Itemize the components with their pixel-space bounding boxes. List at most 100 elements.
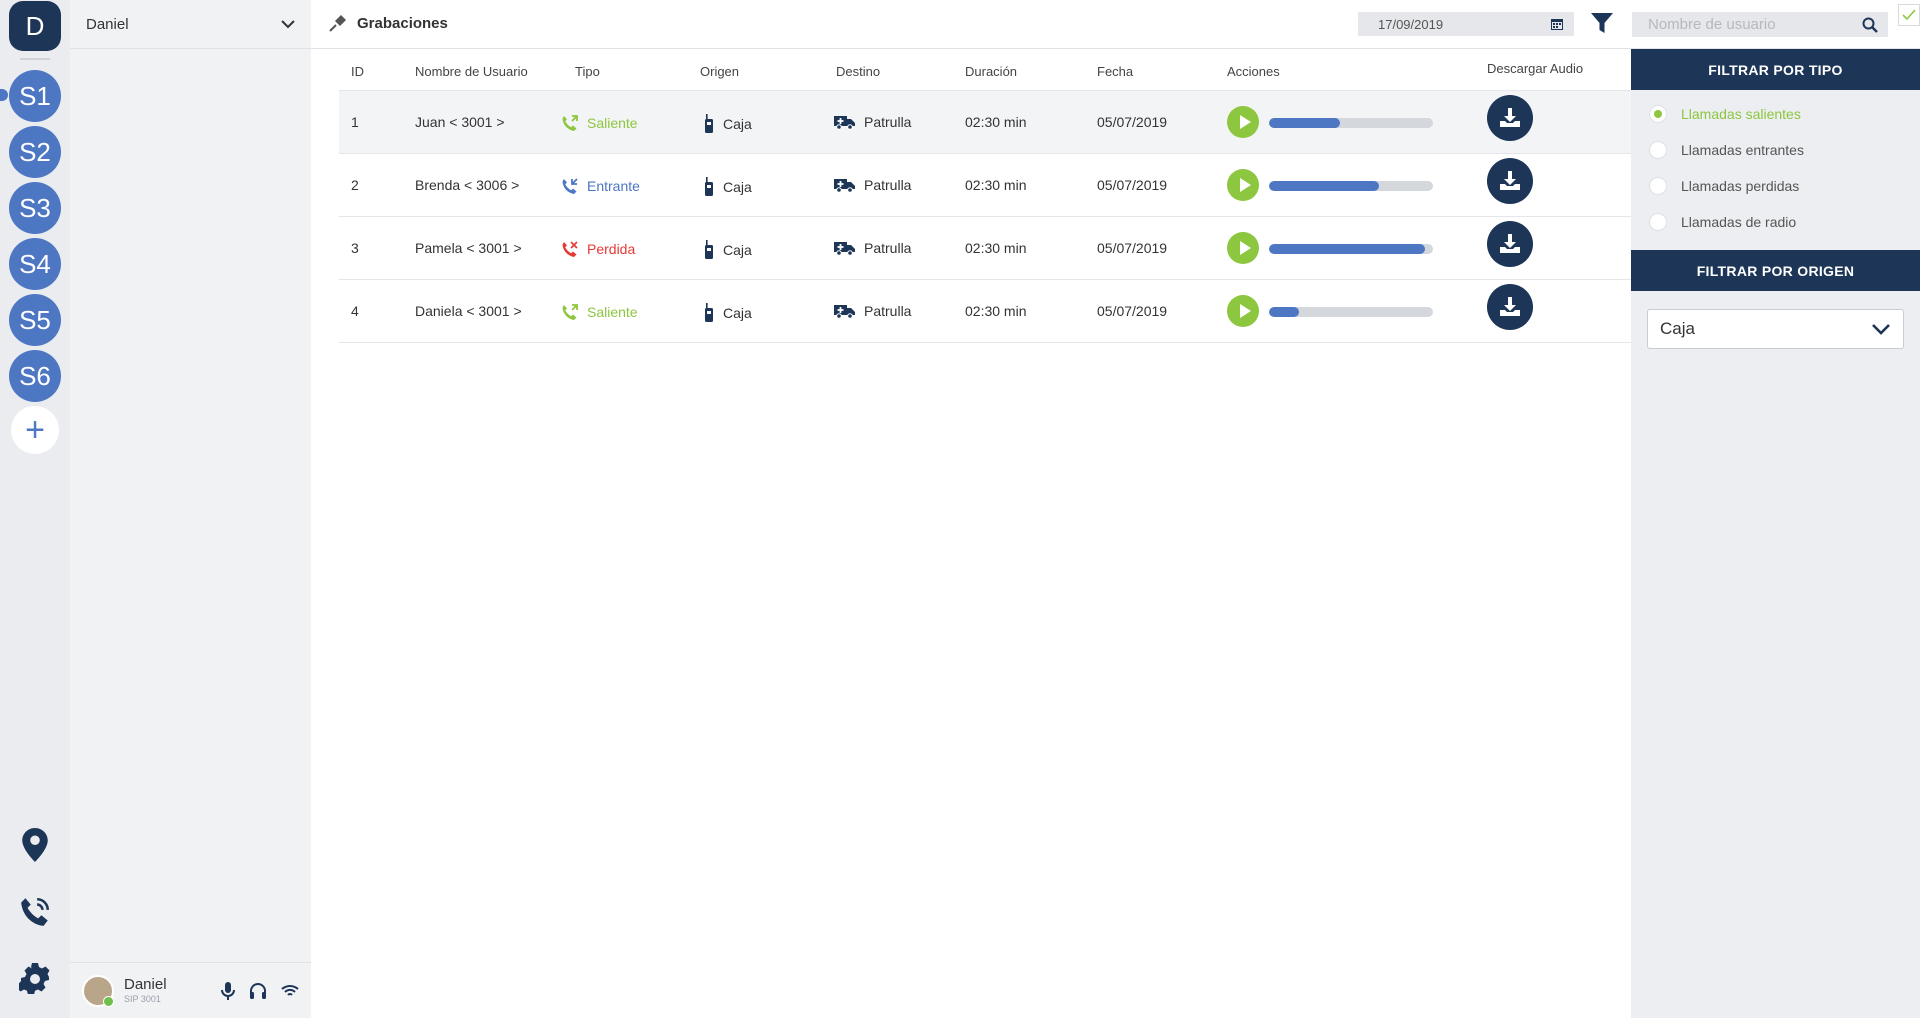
column-header-download: Descargar Audio [1487,61,1584,76]
profile-avatar[interactable]: D [9,1,61,51]
cell-type-label: Saliente [587,304,638,320]
server-s1-button[interactable]: S1 [9,70,61,122]
call-saliente-icon [561,303,579,321]
cell-duration: 02:30 min [965,240,1027,256]
ambulance-icon [834,114,856,130]
location-icon[interactable] [15,825,55,865]
add-server-button[interactable]: + [11,406,59,454]
table-row[interactable]: 1 Juan < 3001 > Saliente Caja Patrulla 02:30 … [339,91,1631,154]
audio-progress-fill [1269,118,1340,128]
server-s3-button[interactable]: S3 [9,182,61,234]
headphones-icon[interactable] [249,982,267,1000]
column-header-type: Tipo [575,64,600,79]
server-s6-button[interactable]: S6 [9,350,61,402]
microphone-icon[interactable] [221,981,235,1000]
audio-progress-bar[interactable] [1269,118,1433,128]
cell-destination: Patrulla [834,177,911,193]
play-button[interactable] [1227,169,1259,201]
filter-type-option[interactable]: Llamadas de radio [1631,204,1920,240]
server-s2-button[interactable]: S2 [9,126,61,178]
filter-type-label: Llamadas perdidas [1681,178,1800,194]
filter-type-option[interactable]: Llamadas perdidas [1631,168,1920,204]
user-sip: SIP 3001 [124,994,161,1004]
filter-type-title: FILTRAR POR TIPO [1631,49,1920,90]
play-button[interactable] [1227,295,1259,327]
cell-user: Brenda < 3006 > [415,177,520,193]
page-title: Grabaciones [329,14,448,32]
audio-progress-bar[interactable] [1269,181,1433,191]
download-icon [1499,296,1521,318]
date-picker[interactable]: 17/09/2019 [1358,12,1574,36]
cell-destination: Patrulla [834,114,911,130]
filter-type-label: Llamadas salientes [1681,106,1801,122]
page-title-text: Grabaciones [357,14,448,32]
radio-button[interactable] [1649,141,1667,159]
calendar-icon[interactable] [1550,17,1564,31]
audio-progress-fill [1269,307,1299,317]
active-server-indicator [0,89,8,101]
cell-destination: Patrulla [834,303,911,319]
select-checkbox[interactable] [1898,4,1920,26]
cell-destination-label: Patrulla [864,240,912,256]
search-icon[interactable] [1862,17,1878,33]
play-icon [1238,303,1252,319]
play-button[interactable] [1227,232,1259,264]
wifi-icon[interactable] [281,984,299,998]
recordings-table: ID Nombre de Usuario Tipo Origen Destino… [339,49,1631,343]
download-audio-button[interactable] [1487,158,1533,204]
table-row[interactable]: 4 Daniela < 3001 > Saliente Caja Patrulla 02:… [339,280,1631,343]
radio-device-icon [703,303,715,323]
call-entrante-icon [561,177,579,195]
audio-progress-fill [1269,181,1379,191]
radio-button[interactable] [1649,177,1667,195]
play-icon [1238,114,1252,130]
call-icon[interactable] [15,892,55,932]
audio-progress-bar[interactable] [1269,244,1433,254]
server-s5-button[interactable]: S5 [9,294,61,346]
table-row[interactable]: 2 Brenda < 3006 > Entrante Caja Patrulla 02:3… [339,154,1631,217]
user-panel: Daniel SIP 3001 [70,962,311,1018]
check-icon [1902,9,1916,21]
filter-panel: FILTRAR POR TIPO Llamadas salientes Llama… [1631,49,1920,1018]
ambulance-icon [834,240,856,256]
cell-date: 05/07/2019 [1097,240,1168,256]
cell-user: Daniela < 3001 > [415,303,522,319]
filter-type-option[interactable]: Llamadas entrantes [1631,132,1920,168]
origin-select-value: Caja [1660,319,1695,338]
download-audio-button[interactable] [1487,221,1533,267]
column-header-actions: Acciones [1227,64,1280,79]
radio-button[interactable] [1649,213,1667,231]
cell-destination-label: Patrulla [864,114,912,130]
cell-date: 05/07/2019 [1097,177,1168,193]
table-header: ID Nombre de Usuario Tipo Origen Destino… [339,49,1631,91]
cell-type-label: Entrante [587,178,640,194]
cell-type: Perdida [561,240,635,258]
search-input[interactable] [1648,16,1862,33]
table-row[interactable]: 3 Pamela < 3001 > Perdida Caja Patrulla 02:30… [339,217,1631,280]
cell-id: 2 [351,177,359,193]
radio-button[interactable] [1649,105,1667,123]
cell-user: Pamela < 3001 > [415,240,522,256]
download-audio-button[interactable] [1487,95,1533,141]
cell-origin-label: Caja [723,116,752,132]
avatar[interactable] [82,974,114,1007]
workspace-selector[interactable]: Daniel [70,0,311,49]
microphone-icon [329,15,346,32]
download-audio-button[interactable] [1487,284,1533,330]
play-button[interactable] [1227,106,1259,138]
top-bar: Grabaciones 17/09/2019 [311,0,1920,49]
cell-origin: Caja [703,177,752,197]
filter-icon[interactable] [1590,11,1614,38]
server-s4-button[interactable]: S4 [9,238,61,290]
cell-id: 4 [351,303,359,319]
filter-type-option[interactable]: Llamadas salientes [1631,96,1920,132]
cell-date: 05/07/2019 [1097,114,1168,130]
origin-select[interactable]: Caja [1647,309,1904,349]
audio-progress-bar[interactable] [1269,307,1433,317]
cell-origin-label: Caja [723,179,752,195]
cell-destination-label: Patrulla [864,303,912,319]
audio-progress-fill [1269,244,1425,254]
download-icon [1499,233,1521,255]
gear-icon[interactable] [15,958,55,998]
cell-origin-label: Caja [723,242,752,258]
